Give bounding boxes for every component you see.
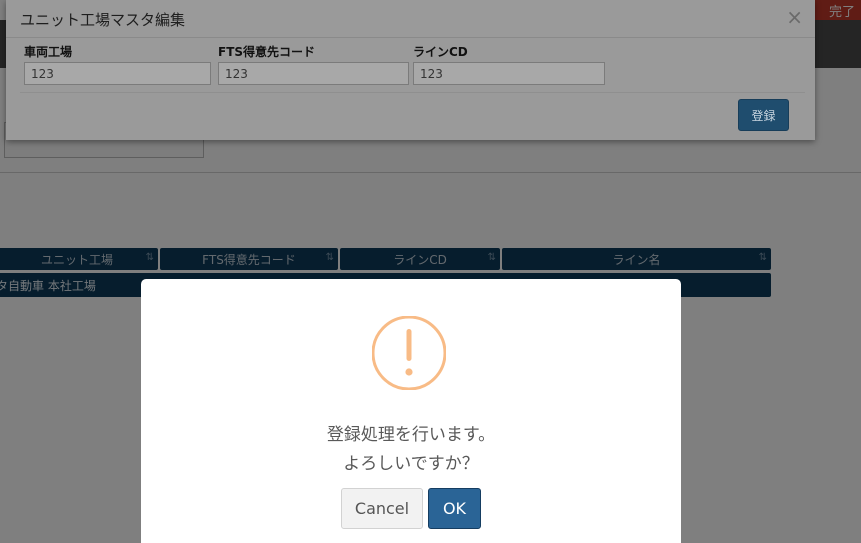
edit-modal: ユニット工場マスタ編集 × 車両工場 FTS得意先コード ラインCD 登録 xyxy=(6,0,815,140)
register-button[interactable]: 登録 xyxy=(738,99,789,131)
ok-button[interactable]: OK xyxy=(428,488,481,529)
close-icon[interactable]: × xyxy=(786,5,803,29)
edit-modal-divider xyxy=(6,37,815,38)
vehicle-factory-input[interactable] xyxy=(24,62,211,85)
fts-customer-code-input[interactable] xyxy=(218,62,409,85)
fts-customer-code-label: FTS得意先コード xyxy=(218,45,316,59)
cancel-button[interactable]: Cancel xyxy=(341,488,423,529)
confirm-message-line2: よろしいですか？ xyxy=(343,454,479,474)
confirm-message-line1: 登録処理を行います。 xyxy=(326,425,496,445)
line-cd-label: ラインCD xyxy=(413,45,468,59)
edit-modal-title: ユニット工場マスタ編集 xyxy=(20,11,186,29)
edit-modal-footer-divider xyxy=(20,92,805,93)
vehicle-factory-label: 車両工場 xyxy=(24,45,73,59)
line-cd-input[interactable] xyxy=(413,62,605,85)
warning-icon xyxy=(372,316,446,390)
confirm-dialog: 登録処理を行います。 よろしいですか？ Cancel OK xyxy=(141,279,681,543)
